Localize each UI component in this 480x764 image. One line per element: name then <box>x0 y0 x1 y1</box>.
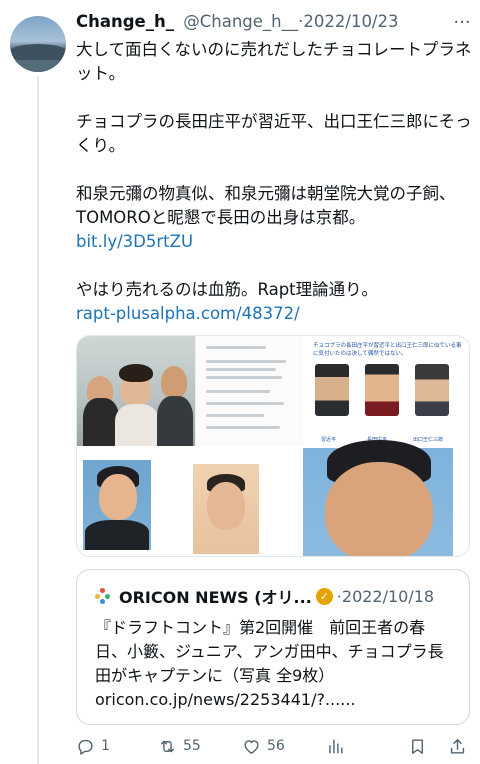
tweet-paragraph: チョコプラの長田庄平が習近平、出口王仁三郎にそっくり。 <box>76 112 472 155</box>
views-button[interactable] <box>326 733 345 759</box>
tweet-text: 大して面白くないのに売れだしたチョコレートプラネット。 チョコプラの長田庄平が習… <box>76 38 474 326</box>
portrait-right <box>303 440 453 556</box>
tweet-paragraph: やはり売れるのは血筋。Rapt理論通り。 <box>76 280 378 299</box>
reply-button[interactable]: 1 <box>76 733 110 759</box>
action-bar: 1 55 56 <box>76 733 474 759</box>
sheet-title: チョコプラの長田庄平が習近平と出口王仁三郎に似ている事に気付いたのは決して偶然で… <box>313 343 462 357</box>
group-photo <box>77 336 195 446</box>
reply-icon <box>78 739 93 755</box>
bookmark-icon <box>412 738 423 754</box>
more-label: ··· <box>453 11 471 33</box>
quote-text: 『ドラフトコント』第2回開催 前回王者の春日、小籔、ジュニア、アンガ田中、チョコ… <box>95 616 457 712</box>
tweet-paragraph: 和泉元彌の物真似、和泉元彌は朝堂院大覚の子飼、TOMOROと昵懇で長田の出身は京… <box>76 184 456 227</box>
reply-count: 1 <box>101 738 110 754</box>
caption: 習近平 <box>321 437 337 443</box>
verified-icon: ✓ <box>315 587 333 605</box>
portrait-left <box>83 460 151 550</box>
tweet-media[interactable]: チョコプラの長田庄平が習近平と出口王仁三郎に似ている事に気付いたのは決して偶然で… <box>76 335 470 557</box>
quote-paragraph: 『ドラフトコント』第2回開催 前回王者の春日、小籔、ジュニア、アンガ田中、チョコ… <box>95 618 444 685</box>
tweet-link[interactable]: bit.ly/3D5rtZU <box>76 230 474 254</box>
retweet-button[interactable]: 55 <box>158 733 201 759</box>
quote-header: ORICON NEWS (オリ... ✓ · 2022/10/18 <box>95 584 434 608</box>
tweet-date[interactable]: 2022/10/23 <box>303 12 398 31</box>
tweet-link[interactable]: rapt-plusalpha.com/48372/ <box>76 302 474 326</box>
like-button[interactable]: 56 <box>242 733 285 759</box>
quote-source-name[interactable]: ORICON NEWS (オリ... <box>119 584 312 608</box>
portrait-middle <box>193 464 259 554</box>
comparison-sheet: チョコプラの長田庄平が習近平と出口王仁三郎に似ている事に気付いたのは決して偶然で… <box>303 336 469 446</box>
caption: 出口王仁三郎 <box>413 437 444 443</box>
display-name[interactable]: Change_h_ <box>76 12 174 31</box>
retweet-icon <box>160 740 175 752</box>
quote-link[interactable]: oricon.co.jp/news/2253441/?...... <box>95 688 457 712</box>
oricon-logo-icon <box>95 588 111 604</box>
quoted-tweet[interactable]: ORICON NEWS (オリ... ✓ · 2022/10/18 『ドラフトコ… <box>76 569 470 725</box>
like-count: 56 <box>267 738 285 754</box>
quote-date[interactable]: 2022/10/18 <box>342 587 434 606</box>
share-button[interactable] <box>448 733 467 759</box>
avatar[interactable] <box>10 16 66 72</box>
bookmark-button[interactable] <box>408 733 427 759</box>
tweet-header: Change_h_ @Change_h__·2022/10/23 <box>76 12 448 38</box>
user-handle[interactable]: @Change_h__ <box>183 12 298 31</box>
ellipsis-icon[interactable]: ··· <box>450 10 474 34</box>
retweet-count: 55 <box>183 738 201 754</box>
views-icon <box>329 738 343 754</box>
share-icon <box>450 738 465 754</box>
thread-line <box>37 76 39 764</box>
tweet-paragraph: 大して面白くないのに売れだしたチョコレートプラネット。 <box>76 40 472 83</box>
like-icon <box>244 739 259 754</box>
